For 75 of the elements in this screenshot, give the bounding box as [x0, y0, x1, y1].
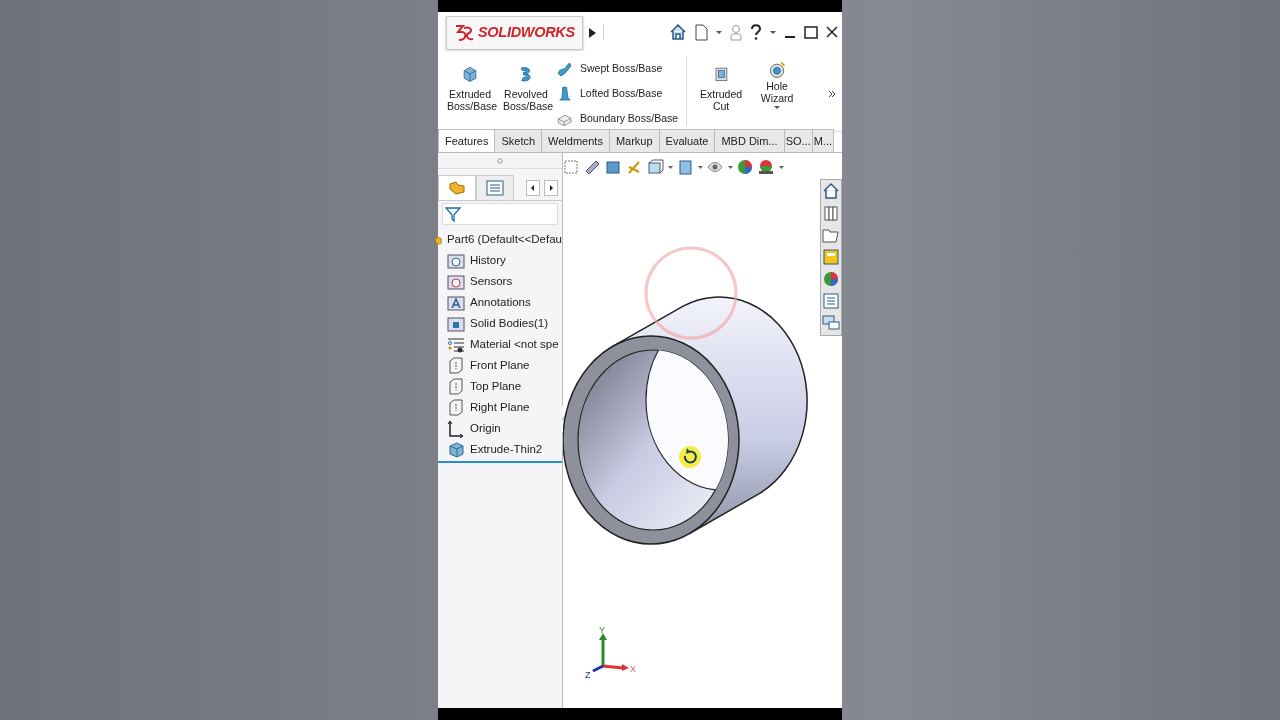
- display-style-icon[interactable]: [677, 159, 694, 176]
- property-tab[interactable]: [476, 175, 514, 200]
- dynamic-annotation-icon[interactable]: [626, 159, 643, 176]
- annotation-folder-icon: [447, 293, 465, 312]
- palette-icon[interactable]: [822, 248, 840, 267]
- ribbon-button[interactable]: Extruded Boss/Base: [444, 56, 496, 113]
- loft-icon: [556, 84, 574, 103]
- caret-icon[interactable]: [716, 29, 722, 35]
- tree-item[interactable]: Origin: [438, 418, 562, 439]
- maximize-icon[interactable]: [804, 25, 818, 39]
- ribbon-tab[interactable]: Weldments: [541, 128, 610, 152]
- tree-item[interactable]: Solid Bodies(1): [438, 313, 562, 334]
- home-icon[interactable]: [669, 23, 687, 41]
- filter-field[interactable]: [442, 203, 558, 225]
- feature-tree-tab[interactable]: [438, 175, 476, 200]
- sensor-folder-icon: [447, 272, 465, 291]
- forum-icon[interactable]: [822, 314, 840, 333]
- extrude-icon: [447, 440, 465, 459]
- caret-icon[interactable]: [779, 165, 784, 170]
- caret-icon[interactable]: [770, 29, 776, 35]
- caret-icon[interactable]: [698, 165, 703, 170]
- tree-item[interactable]: History: [438, 250, 562, 271]
- ribbon-button[interactable]: Lofted Boss/Base: [556, 81, 679, 106]
- library-icon[interactable]: [822, 204, 840, 223]
- plane-icon: [447, 398, 465, 417]
- hole-icon: [767, 60, 788, 80]
- tree-item[interactable]: Part6 (Default<<Defau: [435, 229, 562, 250]
- tree-item[interactable]: Top Plane: [438, 376, 562, 397]
- tree-item[interactable]: Front Plane: [438, 355, 562, 376]
- ribbon-tab[interactable]: Sketch: [494, 128, 543, 152]
- extruded-cut-button[interactable]: Extruded Cut: [695, 56, 748, 113]
- ribbon-button[interactable]: Boundary Boss/Base: [556, 106, 679, 131]
- hole-wizard-button[interactable]: Hole Wizard: [751, 56, 804, 111]
- more-chevron-icon[interactable]: [828, 89, 836, 98]
- close-icon[interactable]: [826, 26, 838, 38]
- ribbon-button[interactable]: Revolved Boss/Base: [500, 56, 552, 113]
- axis-triad-drawing: [592, 633, 629, 673]
- filter-icon[interactable]: [445, 206, 461, 222]
- help-icon[interactable]: [750, 24, 762, 40]
- ribbon-tab[interactable]: MBD Dim...: [714, 128, 785, 152]
- home-icon[interactable]: [822, 182, 840, 201]
- caret-icon[interactable]: [668, 165, 673, 170]
- tree-item[interactable]: Sensors: [438, 271, 562, 292]
- axis-label: Z: [585, 670, 591, 680]
- list-icon: [486, 180, 504, 196]
- tree-item[interactable]: Material <not spe: [438, 334, 562, 355]
- tree-item[interactable]: Annotations: [438, 292, 562, 313]
- caret-icon[interactable]: [774, 104, 781, 110]
- view-orientation-icon[interactable]: [647, 159, 664, 176]
- scroll-left-icon[interactable]: [526, 179, 540, 196]
- ribbon-button[interactable]: Swept Boss/Base: [556, 56, 679, 81]
- body-folder-icon: [447, 314, 465, 333]
- material-icon: [447, 335, 465, 354]
- rotate-cursor-icon: [678, 445, 702, 469]
- axis-label: Y: [599, 626, 605, 635]
- appearance-icon[interactable]: [822, 270, 840, 289]
- folder-icon[interactable]: [822, 226, 840, 245]
- origin-icon: [447, 419, 465, 438]
- tree-item[interactable]: Right Plane: [438, 397, 562, 418]
- previous-view-icon[interactable]: [584, 159, 601, 176]
- appearance-icon[interactable]: [737, 159, 754, 176]
- axis-label: X: [630, 664, 636, 674]
- plane-icon: [447, 377, 465, 396]
- scroll-right-icon[interactable]: [544, 179, 558, 196]
- caret-icon[interactable]: [728, 165, 733, 170]
- expand-arrow-icon[interactable]: [587, 26, 597, 39]
- properties-icon[interactable]: [822, 292, 840, 311]
- part-icon: [448, 180, 466, 196]
- plane-icon: [447, 356, 465, 375]
- history-folder-icon: [447, 251, 465, 270]
- scene-icon[interactable]: [758, 159, 775, 176]
- app-logo: SOLIDWORKS: [446, 15, 583, 49]
- tree-item[interactable]: Extrude-Thin2: [438, 439, 562, 460]
- new-document-icon[interactable]: [695, 23, 708, 41]
- section-view-icon[interactable]: [605, 159, 622, 176]
